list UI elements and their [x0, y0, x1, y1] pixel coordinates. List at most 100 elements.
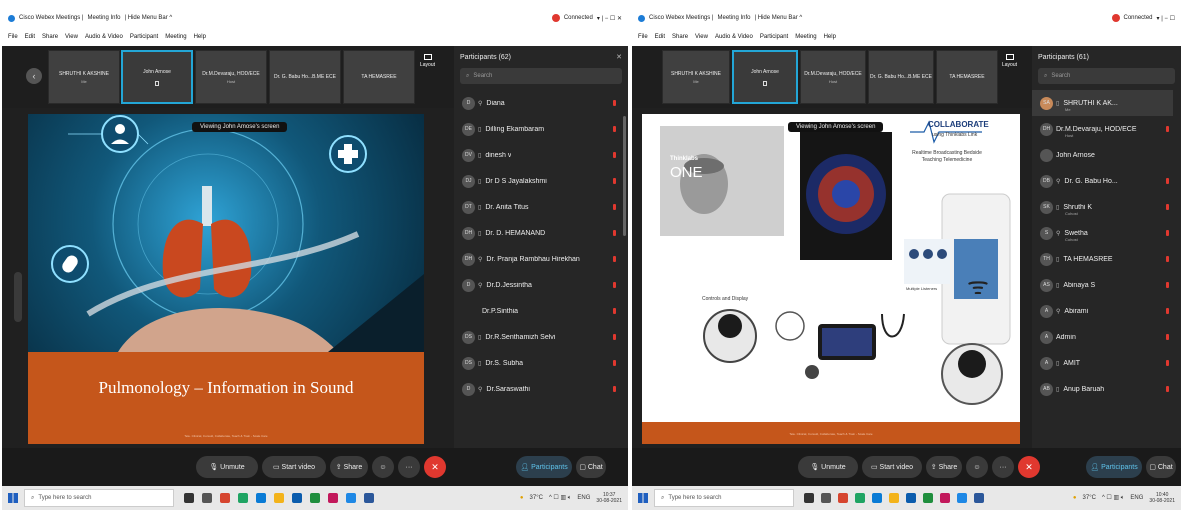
video-tile[interactable]: SHRUTHI K AKSHINE Me — [48, 50, 120, 104]
menu-edit[interactable]: Edit — [25, 34, 35, 40]
store-icon[interactable] — [906, 493, 916, 503]
clock[interactable]: 10:37 30-08-2021 — [596, 492, 622, 504]
participant-row[interactable]: DT ▯ Dr. Anita Titus — [454, 194, 620, 220]
participant-scrollbar[interactable] — [623, 116, 626, 236]
participant-row[interactable]: DH Dr.M.Devaraju, HOD/ECE Host — [1032, 116, 1173, 142]
participant-row[interactable]: DS ▯ Dr.S. Subha — [454, 350, 620, 376]
tray-icons[interactable]: ^ ☐ ▥ 🔈︎ — [1102, 494, 1124, 502]
webex-icon[interactable] — [957, 493, 967, 503]
widgets-icon[interactable] — [821, 493, 831, 503]
tray-icons[interactable]: ^ ☐ ▥ 🔈︎ — [549, 494, 571, 502]
file-explorer-icon[interactable] — [274, 493, 284, 503]
edge-icon[interactable] — [256, 493, 266, 503]
unmute-button[interactable]: 🎙︎ Unmute — [798, 456, 858, 478]
app-icon[interactable] — [238, 493, 248, 503]
video-tile[interactable]: SHRUTHI K AKSHINE Me — [662, 50, 730, 104]
participant-row[interactable]: D ⚲ Diana — [454, 90, 620, 116]
unmute-button[interactable]: 🎙︎ Unmute — [196, 456, 258, 478]
menu-view[interactable]: View — [65, 34, 78, 40]
close-icon[interactable]: ✕ — [616, 53, 622, 61]
hide-menu-bar-button[interactable]: | Hide Menu Bar ^ — [125, 15, 173, 21]
connection-status[interactable]: Connected ▾ | − ☐ ✕ — [551, 14, 628, 22]
reactions-button[interactable]: ☺ — [372, 456, 394, 478]
participant-row[interactable]: DH ▯ Dr. D. HEMANAND — [454, 220, 620, 246]
clock[interactable]: 10:40 30-08-2021 — [1149, 492, 1175, 504]
participant-row[interactable]: A ⚲ Abirami — [1032, 298, 1173, 324]
participant-row[interactable]: SK ▯ Shruthi K Cohost — [1032, 194, 1173, 220]
language-indicator[interactable]: ENG — [1130, 495, 1143, 501]
participant-row[interactable]: DH ⚲ Dr. Pranja Rambhau Hirekhan — [454, 246, 620, 272]
meeting-info-link[interactable]: Meeting Info — [717, 15, 750, 21]
menu-edit[interactable]: Edit — [655, 34, 665, 40]
start-video-button[interactable]: ▭ Start video — [262, 456, 326, 478]
share-button[interactable]: ⇪ Share — [330, 456, 368, 478]
participant-row[interactable]: Dr.P.Sinthia — [454, 298, 620, 324]
share-button[interactable]: ⇪ Share — [926, 456, 962, 478]
participant-row[interactable]: S ⚲ Swetha Cohost — [1032, 220, 1173, 246]
app-icon[interactable] — [328, 493, 338, 503]
participant-row[interactable]: TH ▯ TA HEMASREE — [1032, 246, 1173, 272]
more-options-button[interactable]: ··· — [992, 456, 1014, 478]
side-drawer-handle[interactable] — [14, 272, 22, 322]
app-icon[interactable] — [940, 493, 950, 503]
hide-menu-bar-button[interactable]: | Hide Menu Bar ^ — [755, 15, 803, 21]
more-options-button[interactable]: ··· — [398, 456, 420, 478]
video-tile[interactable]: Dr. G. Babu Ho...B.ME ECE — [868, 50, 934, 104]
menu-meeting[interactable]: Meeting — [795, 34, 816, 40]
menu-file[interactable]: File — [638, 34, 648, 40]
reactions-button[interactable]: ☺ — [966, 456, 988, 478]
participant-row[interactable]: DJ ▯ Dr D S Jayalakshmi — [454, 168, 620, 194]
task-view-icon[interactable] — [184, 493, 194, 503]
connection-status[interactable]: Connected ▾ | − ☐ — [1111, 14, 1182, 22]
layout-button[interactable]: Layout — [1002, 54, 1017, 68]
video-tile[interactable]: Dr.M.Devaraju, HOD/ECE Host — [195, 50, 267, 104]
menu-help[interactable]: Help — [194, 34, 206, 40]
window-controls[interactable]: ▾ | − ☐ ✕ — [597, 15, 622, 22]
menu-audio-video[interactable]: Audio & Video — [715, 34, 753, 40]
app-icon[interactable] — [855, 493, 865, 503]
participant-row[interactable]: AB ▯ Anup Baruah — [1032, 376, 1173, 402]
language-indicator[interactable]: ENG — [577, 495, 590, 501]
participant-row[interactable]: A ▯ AMIT — [1032, 350, 1173, 376]
video-tile[interactable]: Dr. G. Babu Ho...B.ME ECE — [269, 50, 341, 104]
participants-button[interactable]: 👤︎ Participants — [1086, 456, 1142, 478]
chrome-icon[interactable] — [838, 493, 848, 503]
word-icon[interactable] — [974, 493, 984, 503]
windows-start-icon[interactable] — [638, 493, 648, 503]
participant-row[interactable]: John Arnose — [1032, 142, 1173, 168]
menu-participant[interactable]: Participant — [130, 34, 158, 40]
video-tile-active[interactable]: John Arnose — [732, 50, 798, 104]
task-view-icon[interactable] — [804, 493, 814, 503]
participant-row[interactable]: DE ▯ Dilling Ekambaram — [454, 116, 620, 142]
start-video-button[interactable]: ▭ Start video — [862, 456, 922, 478]
chat-button[interactable]: ▢ Chat — [576, 456, 606, 478]
participants-button[interactable]: 👤︎ Participants — [516, 456, 572, 478]
windows-start-icon[interactable] — [8, 493, 18, 503]
leave-meeting-button[interactable]: ✕ — [1018, 456, 1040, 478]
chat-button[interactable]: ▢ Chat — [1146, 456, 1176, 478]
menu-file[interactable]: File — [8, 34, 18, 40]
menu-audio-video[interactable]: Audio & Video — [85, 34, 123, 40]
video-tile[interactable]: Dr.M.Devaraju, HOD/ECE Host — [800, 50, 866, 104]
menu-meeting[interactable]: Meeting — [165, 34, 186, 40]
menu-participant[interactable]: Participant — [760, 34, 788, 40]
layout-button[interactable]: Layout — [420, 54, 435, 68]
participant-row[interactable]: SA ▯ SHRUTHI K AK... Me — [1032, 90, 1173, 116]
word-icon[interactable] — [364, 493, 374, 503]
taskbar-search-input[interactable]: ⌕ Type here to search — [24, 489, 174, 507]
menu-share[interactable]: Share — [672, 34, 688, 40]
webex-icon[interactable] — [346, 493, 356, 503]
taskbar-search-input[interactable]: ⌕ Type here to search — [654, 489, 794, 507]
menu-help[interactable]: Help — [824, 34, 836, 40]
store-icon[interactable] — [292, 493, 302, 503]
widgets-icon[interactable] — [202, 493, 212, 503]
window-controls[interactable]: ▾ | − ☐ — [1157, 15, 1175, 22]
participant-row[interactable]: AS ▯ Abinaya S — [1032, 272, 1173, 298]
participant-row[interactable]: A Admin — [1032, 324, 1173, 350]
video-tile-active[interactable]: John Arnose — [121, 50, 193, 104]
menu-share[interactable]: Share — [42, 34, 58, 40]
video-tile[interactable]: TA HEMASREE — [936, 50, 998, 104]
app-icon[interactable] — [923, 493, 933, 503]
meeting-info-link[interactable]: Meeting Info — [87, 15, 120, 21]
edge-icon[interactable] — [872, 493, 882, 503]
